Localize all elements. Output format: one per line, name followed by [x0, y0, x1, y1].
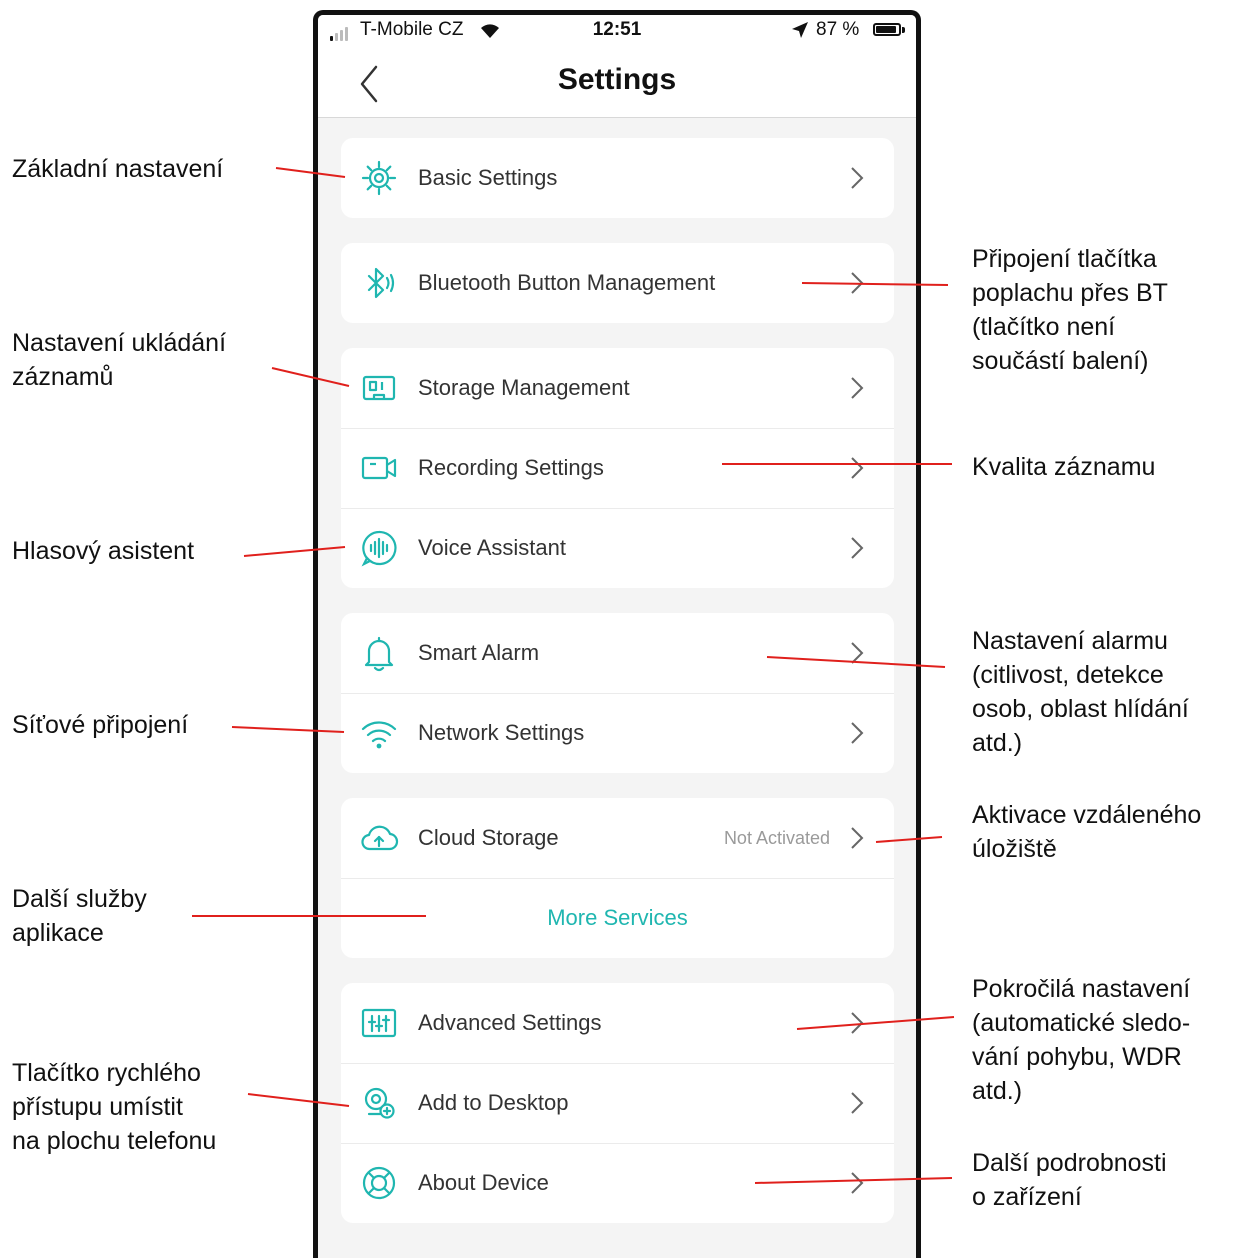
battery-percentage: 87 %	[816, 19, 860, 40]
chevron-right-icon	[851, 722, 864, 744]
voice-assistant-item[interactable]: Voice Assistant	[341, 508, 894, 588]
annotation-add-desktop: Tlačítko rychlého přístupu umístit na pl…	[12, 1059, 217, 1155]
annotation-basic: Základní nastavení	[12, 155, 224, 183]
more-services-item[interactable]: More Services	[341, 878, 894, 958]
sd-card-icon	[362, 375, 396, 401]
chevron-right-icon	[851, 272, 864, 294]
annotation-about: Další podrobnosti o zařízení	[972, 1149, 1167, 1211]
advanced-settings-item[interactable]: Advanced Settings	[341, 983, 894, 1063]
chevron-right-icon	[851, 1172, 864, 1194]
battery-icon	[873, 23, 901, 36]
battery-tip	[902, 27, 905, 33]
chevron-right-icon	[851, 377, 864, 399]
annotation-network: Síťové připojení	[12, 711, 189, 739]
advanced-settings-label: Advanced Settings	[418, 1010, 602, 1035]
card-basic: Basic Settings	[341, 138, 894, 218]
annotation-recording: Kvalita záznamu	[972, 453, 1156, 481]
annotated-screenshot: T-Mobile CZ 12:51 87 % Settings Basic Se…	[0, 0, 1239, 1258]
network-settings-item[interactable]: Network Settings	[341, 693, 894, 773]
lifebuoy-icon	[362, 1166, 396, 1200]
annotation-cloud: Aktivace vzdáleného úložiště	[972, 801, 1202, 863]
video-camera-icon	[361, 456, 397, 480]
network-settings-label: Network Settings	[418, 720, 585, 745]
chevron-right-icon	[851, 1012, 864, 1034]
annotation-advanced: Pokročilá nastavení (automatické sledo- …	[972, 975, 1191, 1105]
page-title: Settings	[557, 63, 677, 96]
add-shortcut-icon	[364, 1087, 395, 1119]
about-device-label: About Device	[418, 1170, 549, 1195]
smart-alarm-label: Smart Alarm	[418, 640, 540, 665]
bell-icon	[364, 636, 394, 672]
card-advanced: Advanced Settings Add to Desktop About D…	[341, 983, 894, 1223]
chevron-right-icon	[851, 167, 864, 189]
chevron-right-icon	[851, 1092, 864, 1114]
more-services-link[interactable]: More Services	[341, 905, 894, 931]
smart-alarm-item[interactable]: Smart Alarm	[341, 613, 894, 693]
annotation-voice: Hlasový asistent	[12, 537, 195, 565]
chevron-right-icon	[851, 642, 864, 664]
sliders-icon	[361, 1008, 397, 1038]
annotation-bluetooth: Připojení tlačítka poplachu přes BT (tla…	[972, 245, 1168, 375]
cloud-upload-icon	[361, 825, 399, 851]
chevron-right-icon	[851, 537, 864, 559]
chevron-right-icon	[851, 457, 864, 479]
nav-bar: Settings	[318, 51, 916, 118]
storage-management-label: Storage Management	[418, 375, 630, 400]
bluetooth-button-management-label: Bluetooth Button Management	[418, 270, 716, 295]
storage-management-item[interactable]: Storage Management	[341, 348, 894, 428]
cloud-storage-label: Cloud Storage	[418, 825, 559, 850]
recording-settings-item[interactable]: Recording Settings	[341, 428, 894, 508]
gear-icon	[361, 160, 397, 196]
annotation-storage: Nastavení ukládání záznamů	[12, 329, 227, 391]
card-storage: Storage Management Recording Settings Vo…	[341, 348, 894, 588]
phone-screen: T-Mobile CZ 12:51 87 % Settings Basic Se…	[313, 10, 921, 1258]
card-alarm: Smart Alarm Network Settings	[341, 613, 894, 773]
bluetooth-button-management-item[interactable]: Bluetooth Button Management	[341, 243, 894, 323]
add-to-desktop-item[interactable]: Add to Desktop	[341, 1063, 894, 1143]
cloud-status-value: Not Activated	[723, 828, 830, 848]
annotation-more-services: Další služby aplikace	[12, 885, 147, 947]
card-cloud: Cloud Storage Not Activated More Service…	[341, 798, 894, 958]
location-arrow-icon	[792, 22, 808, 38]
recording-settings-label: Recording Settings	[418, 455, 604, 480]
card-bluetooth: Bluetooth Button Management	[341, 243, 894, 323]
about-device-item[interactable]: About Device	[341, 1143, 894, 1223]
bluetooth-icon	[367, 267, 395, 299]
annotation-smart-alarm: Nastavení alarmu (citlivost, detekce oso…	[972, 627, 1189, 757]
basic-settings-label: Basic Settings	[418, 165, 558, 190]
chevron-right-icon	[851, 827, 864, 849]
status-bar: T-Mobile CZ 12:51 87 %	[318, 15, 916, 51]
wifi-icon	[361, 721, 397, 749]
add-to-desktop-label: Add to Desktop	[418, 1090, 569, 1115]
voice-wave-icon	[361, 530, 397, 567]
basic-settings-item[interactable]: Basic Settings	[341, 138, 894, 218]
voice-assistant-label: Voice Assistant	[418, 535, 566, 560]
cloud-storage-item[interactable]: Cloud Storage Not Activated	[341, 798, 894, 878]
